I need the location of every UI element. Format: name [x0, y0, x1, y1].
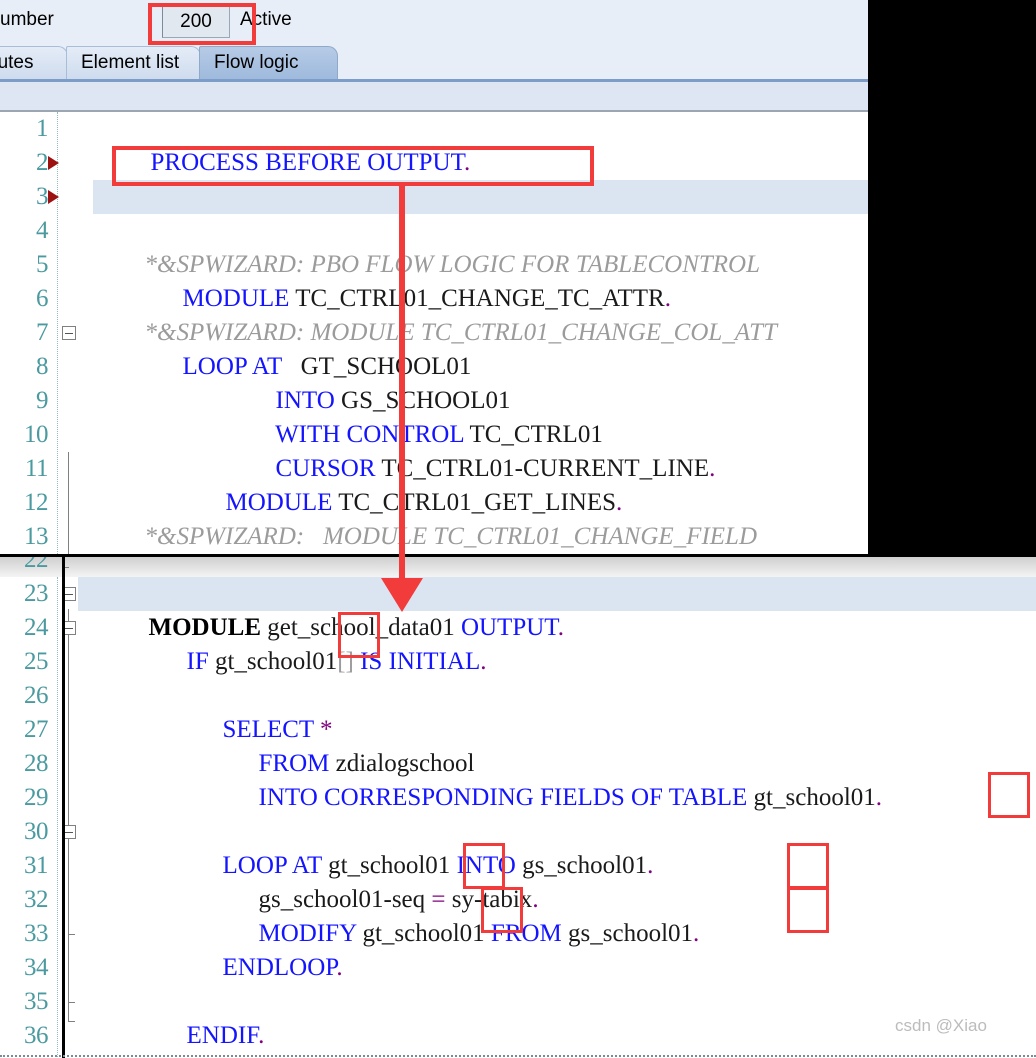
fold-end-loop [68, 934, 75, 935]
code-line[interactable]: 11 MODULE TC_CTRL01_GET_LINES. [0, 452, 868, 516]
annotation-arrow-head [381, 578, 423, 612]
fold-end-if [68, 1002, 75, 1003]
code-line[interactable]: 1 PROCESS BEFORE OUTPUT. [0, 112, 868, 176]
editor-bottom-divider [0, 1055, 1036, 1057]
csdn-watermark: csdn @Xiao [895, 1016, 987, 1035]
flow-logic-editor[interactable]: 1 PROCESS BEFORE OUTPUT. 2 MODULE get_sc… [0, 112, 868, 554]
screen-painter-window: umber 200 Active butes Element list Flow… [0, 0, 868, 554]
line-number: 12 [24, 489, 49, 516]
line-number: 35 [24, 988, 49, 1015]
editor-toolbar-strip [0, 82, 868, 112]
tab-flow-logic-label: Flow logic [214, 52, 299, 73]
code-line[interactable]: 35 ENDIF. [0, 985, 1036, 1049]
line-number: 1 [36, 115, 49, 142]
fold-toggle-icon[interactable] [62, 326, 76, 340]
annotation-arrow-shaft [399, 186, 405, 586]
code-line[interactable]: 23 MODULE get_school_data01 OUTPUT. [0, 577, 1036, 641]
code-line: 22 *----------------------------------- [0, 557, 69, 577]
tab-flow-logic[interactable]: Flow logic [199, 46, 338, 79]
code-line[interactable]: 13 ENDLOOP. [0, 520, 868, 554]
code-line[interactable]: 34 [0, 951, 1036, 985]
line-number: 25 [24, 648, 49, 675]
line-number: 31 [24, 852, 49, 879]
cursor-line-highlight [93, 180, 868, 214]
tab-attributes-label: butes [0, 52, 34, 73]
code-line[interactable]: 32 MODIFY gt_school01 FROM gs_school01. [0, 883, 1036, 947]
line-number: 11 [24, 455, 49, 482]
abap-editor-window: 22 *----------------------------------- … [0, 554, 1036, 1058]
screen-header-bar: umber 200 Active [0, 0, 868, 44]
code-line[interactable]: 24 IF gt_school01[] IS INITIAL. [0, 611, 1036, 675]
line-number: 6 [36, 285, 49, 312]
code-line[interactable]: 5 MODULE TC_CTRL01_CHANGE_TC_ATTR. [0, 248, 868, 312]
line-number: 27 [24, 716, 49, 743]
code-line[interactable]: 2 MODULE get_school_data01. [0, 146, 868, 210]
code-line[interactable]: 31 gs_school01-seq = sy-tabix. [0, 849, 1036, 913]
code-line[interactable]: 3 [0, 180, 868, 214]
code-line[interactable]: 8 INTO GS_SCHOOL01 [0, 350, 868, 414]
code-line[interactable]: 12 *&SPWIZARD: MODULE TC_CTRL01_CHANGE_F… [0, 486, 868, 550]
line-number: 5 [36, 251, 49, 278]
code-line[interactable]: 27 FROM zdialogschool [0, 713, 1036, 777]
screen-status-label: Active [240, 9, 292, 30]
editor-left-border [62, 557, 65, 1058]
code-line[interactable]: 9 WITH CONTROL TC_CTRL01 [0, 384, 868, 448]
line-number: 8 [36, 353, 49, 380]
line-number: 32 [24, 886, 49, 913]
line-number: 22 [24, 557, 49, 573]
code-line[interactable]: 28 INTO CORRESPONDING FIELDS OF TABLE gt… [0, 747, 1036, 811]
tab-attributes[interactable]: butes [0, 46, 68, 79]
line-number: 2 [36, 149, 49, 176]
screen-number-label: umber [0, 9, 54, 30]
abap-source-editor[interactable]: 23 MODULE get_school_data01 OUTPUT. 24 I… [0, 577, 1036, 1057]
tab-element-list[interactable]: Element list [66, 46, 201, 79]
code-line[interactable]: 6 *&SPWIZARD: MODULE TC_CTRL01_CHANGE_CO… [0, 282, 868, 346]
tab-strip: butes Element list Flow logic [0, 44, 868, 82]
code-line[interactable]: 33 ENDLOOP. [0, 917, 1036, 981]
code-line[interactable]: 30 LOOP AT gt_school01 INTO gs_school01. [0, 815, 1036, 879]
line-number: 36 [24, 1022, 49, 1049]
code-line[interactable]: 26 SELECT * [0, 679, 1036, 743]
line-number: 10 [24, 421, 49, 448]
line-number: 26 [24, 682, 49, 709]
code-line[interactable]: 36 ENDMODULE. " GET SCHOOL DATA OUTPUT [0, 1019, 1036, 1057]
clipped-line-strip: 22 *----------------------------------- [0, 557, 1036, 577]
line-number: 4 [36, 217, 49, 244]
screen-number-field[interactable]: 200 [162, 5, 230, 38]
breakpoint-marker-icon[interactable] [48, 190, 59, 204]
line-number: 34 [24, 954, 49, 981]
code-line[interactable]: 4 *&SPWIZARD: PBO FLOW LOGIC FOR TABLECO… [0, 214, 868, 278]
code-line[interactable]: 25 [0, 645, 1036, 679]
line-number: 33 [24, 920, 49, 947]
line-number: 23 [24, 580, 49, 607]
breakpoint-marker-icon[interactable] [48, 156, 59, 170]
line-number: 3 [36, 183, 49, 210]
line-number: 9 [36, 387, 49, 414]
code-line[interactable]: 7 LOOP AT GT_SCHOOL01 [0, 316, 868, 380]
code-line[interactable]: 29 [0, 781, 1036, 815]
code-line[interactable]: 10 CURSOR TC_CTRL01-CURRENT_LINE. [0, 418, 868, 482]
tab-element-list-label: Element list [81, 52, 180, 73]
screenshot-root: umber 200 Active butes Element list Flow… [0, 0, 1036, 1058]
line-number: 13 [24, 523, 49, 550]
line-number: 7 [36, 319, 49, 346]
line-number: 24 [24, 614, 49, 641]
line-number: 29 [24, 784, 49, 811]
line-number: 28 [24, 750, 49, 777]
line-number: 30 [24, 818, 49, 845]
